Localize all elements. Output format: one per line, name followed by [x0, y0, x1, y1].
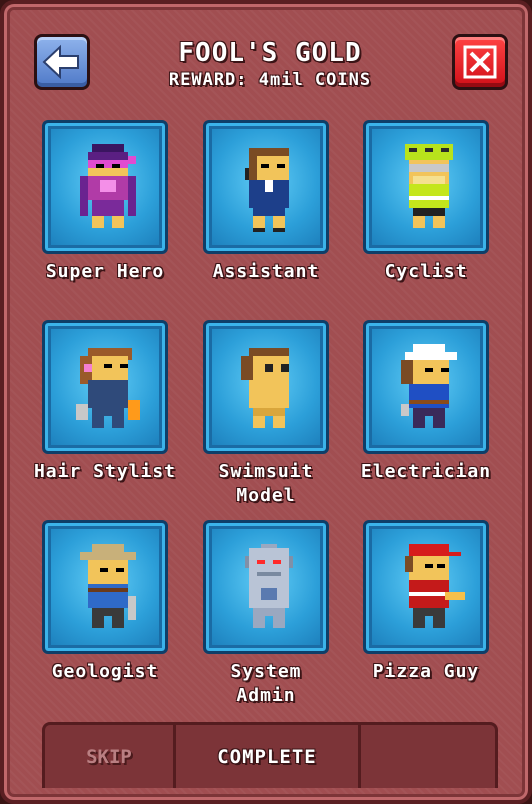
character-tile[interactable] — [42, 320, 168, 454]
character-tile[interactable] — [42, 120, 168, 254]
reward-text: REWARD: 4mil COINS — [168, 70, 372, 90]
character-tile[interactable] — [203, 320, 329, 454]
complete-tab[interactable]: COMPLETE — [176, 725, 361, 788]
character-label: Pizza Guy — [372, 661, 480, 682]
assistant-sprite — [245, 148, 289, 232]
hair-stylist-sprite — [76, 348, 140, 428]
character-tile[interactable] — [42, 520, 168, 654]
character-tile[interactable] — [203, 120, 329, 254]
electrician-sprite — [401, 344, 457, 428]
character-tile[interactable] — [363, 320, 489, 454]
empty-tab — [361, 725, 495, 788]
character-tile[interactable] — [363, 120, 489, 254]
back-arrow-icon — [42, 44, 79, 80]
pizza-guy-sprite — [405, 544, 465, 628]
system-admin-robot-sprite — [245, 544, 293, 628]
close-button[interactable] — [452, 34, 508, 90]
character-label: Swimsuit Model — [218, 461, 314, 506]
cyclist-sprite — [405, 144, 453, 228]
character-label: System Admin — [230, 661, 302, 706]
geologist-sprite — [80, 544, 136, 628]
skip-tab[interactable]: SKIP — [45, 725, 176, 788]
close-x-icon — [463, 45, 497, 79]
character-tile[interactable] — [363, 520, 489, 654]
character-label: Geologist — [51, 661, 159, 682]
quest-title: FOOL'S GOLD — [178, 38, 362, 68]
quest-panel: FOOL'S GOLD REWARD: 4mil COINS Super Her… — [0, 0, 532, 804]
character-label: Assistant — [212, 261, 320, 282]
character-label: Cyclist — [384, 261, 468, 282]
action-tab-bar: SKIP COMPLETE — [42, 722, 498, 788]
character-label: Electrician — [360, 461, 492, 482]
swimsuit-model-sprite — [241, 348, 289, 428]
super-hero-sprite — [80, 144, 136, 228]
back-button[interactable] — [34, 34, 90, 90]
character-label: Hair Stylist — [33, 461, 177, 482]
character-tile[interactable] — [203, 520, 329, 654]
character-label: Super Hero — [45, 261, 165, 282]
